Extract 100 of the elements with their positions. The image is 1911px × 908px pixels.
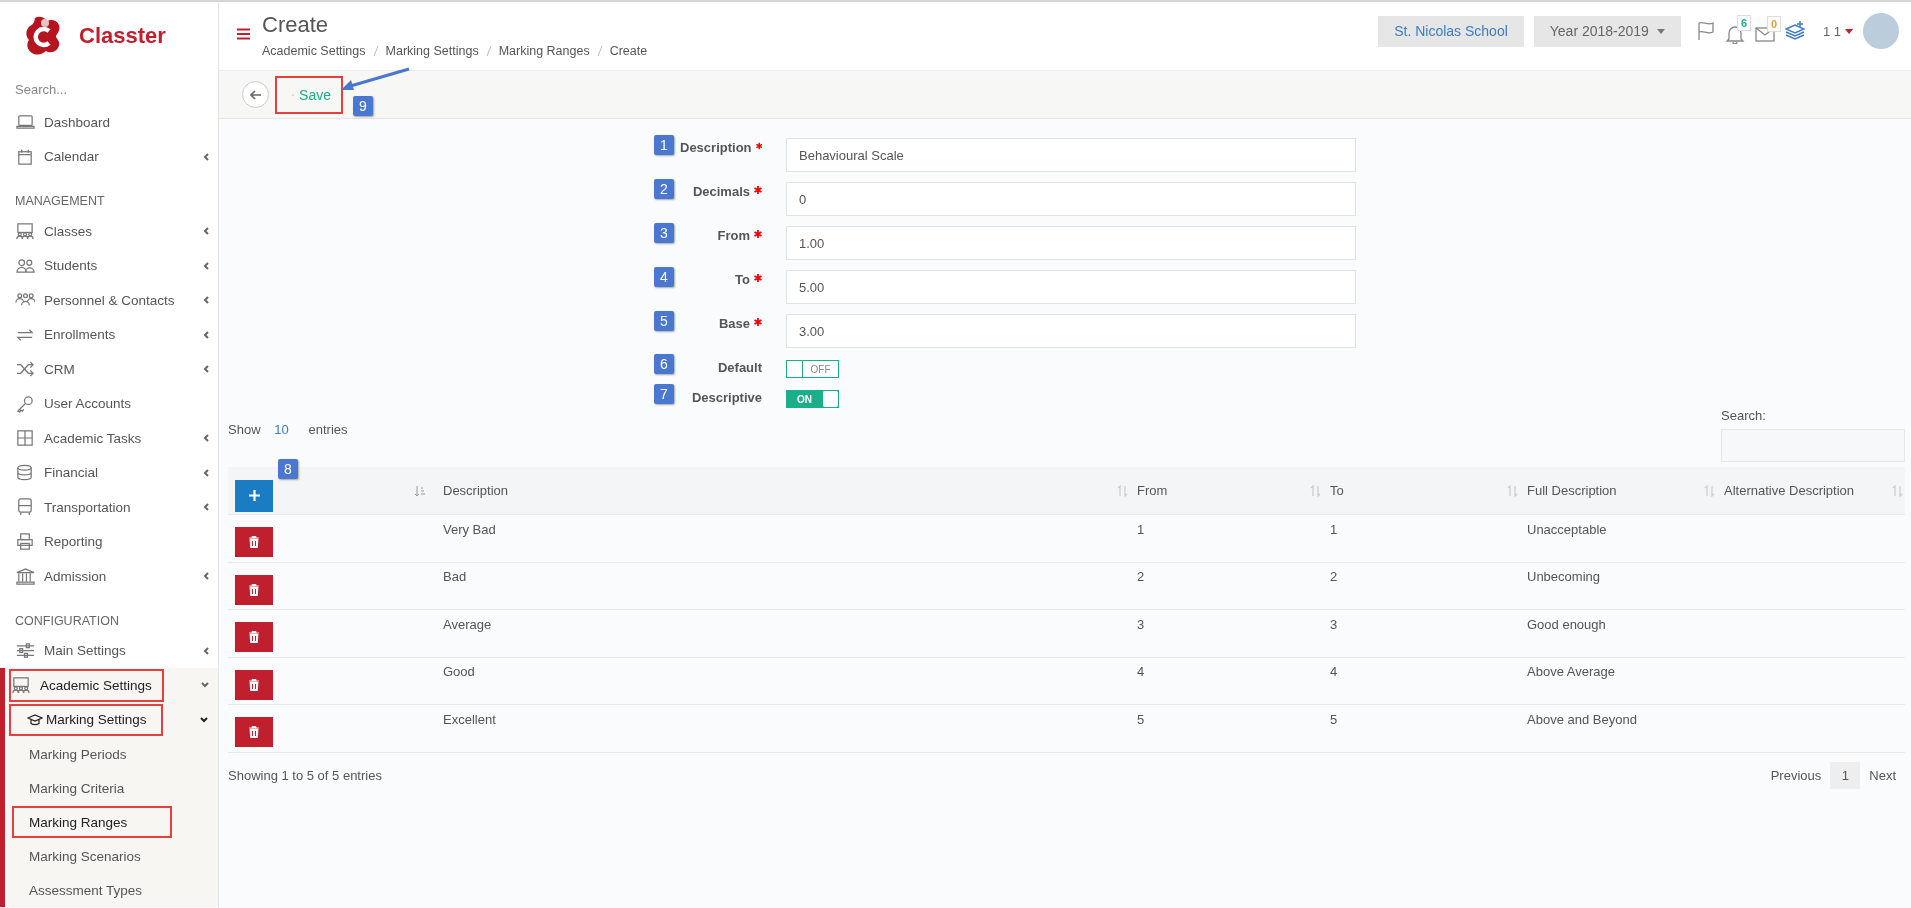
next-button[interactable]: Next bbox=[1860, 762, 1905, 789]
callout-number: 4 bbox=[654, 267, 674, 287]
caret-left-icon bbox=[203, 261, 209, 270]
caret-down-icon[interactable] bbox=[1845, 28, 1853, 34]
sidebar-item[interactable]: Marking Ranges bbox=[11, 805, 173, 839]
delete-button[interactable] bbox=[235, 574, 273, 605]
text-field[interactable]: 5.00 bbox=[786, 270, 1356, 304]
sidebar-item[interactable]: Financial bbox=[0, 455, 217, 490]
sidebar-item[interactable]: Assessment Types bbox=[5, 873, 218, 907]
key-icon bbox=[15, 393, 35, 414]
brand-name: Classter bbox=[79, 23, 166, 49]
breadcrumb-link[interactable]: Academic Settings bbox=[262, 44, 366, 58]
text-field[interactable]: 1.00 bbox=[786, 226, 1356, 260]
trash-icon bbox=[249, 536, 259, 549]
search-label: Search: bbox=[1721, 408, 1766, 423]
sidebar-item[interactable]: Dashboard bbox=[0, 105, 217, 140]
arrow-left-icon bbox=[249, 89, 262, 100]
toggle-switch[interactable]: OFF bbox=[786, 360, 839, 378]
table-cell: Above and Beyond bbox=[1527, 711, 1637, 727]
caret-left-icon bbox=[203, 330, 209, 339]
caret-left-icon bbox=[203, 503, 209, 512]
text-field[interactable]: 3.00 bbox=[786, 314, 1356, 348]
sidebar-item[interactable]: Marking Criteria bbox=[5, 771, 218, 805]
table-cell: 2 bbox=[1330, 569, 1338, 585]
field-label: Decimals bbox=[692, 184, 750, 199]
back-button[interactable] bbox=[242, 81, 269, 108]
delete-button[interactable] bbox=[235, 527, 273, 558]
sidebar-item[interactable]: Marking Periods bbox=[5, 737, 218, 771]
sidebar-item[interactable]: Marking Settings bbox=[5, 702, 218, 737]
sort-ascending-icon[interactable] bbox=[414, 484, 426, 497]
page-title: Create bbox=[262, 12, 330, 38]
breadcrumb-link[interactable]: Marking Ranges bbox=[498, 44, 590, 58]
breadcrumb-link[interactable]: Marking Settings bbox=[385, 44, 479, 58]
breadcrumb-link[interactable]: Create bbox=[609, 44, 648, 58]
sidebar-item[interactable]: Reporting bbox=[0, 524, 217, 559]
sidebar-item[interactable]: Main Settings bbox=[0, 633, 217, 668]
table-cell: Good enough bbox=[1527, 616, 1606, 632]
layers-plus-icon[interactable] bbox=[1784, 21, 1805, 41]
sidebar-item[interactable]: Admission bbox=[0, 559, 217, 594]
callout-number: 8 bbox=[278, 458, 298, 479]
school-button[interactable]: St. Nicolas School bbox=[1378, 15, 1524, 47]
delete-button[interactable] bbox=[235, 669, 273, 700]
column-header[interactable]: To bbox=[1330, 483, 1344, 498]
callout-number: 3 bbox=[654, 223, 674, 243]
sidebar-item[interactable]: Academic Settings bbox=[5, 668, 217, 703]
trash-icon bbox=[249, 726, 259, 739]
delete-button[interactable] bbox=[235, 622, 273, 653]
breadcrumb-separator-icon bbox=[596, 45, 603, 57]
sidebar-item[interactable]: Calendar bbox=[0, 139, 217, 174]
table-cell: 3 bbox=[1137, 616, 1145, 632]
sidebar-item[interactable]: Academic Tasks bbox=[0, 421, 217, 456]
sidebar-item[interactable]: Transportation bbox=[0, 490, 217, 525]
field-label: From bbox=[717, 228, 750, 243]
add-button[interactable] bbox=[235, 479, 273, 512]
table-cell: Good bbox=[443, 664, 475, 680]
caret-left-icon bbox=[203, 468, 209, 477]
page-length-dropdown[interactable]: 10 bbox=[260, 422, 303, 437]
sidebar-item[interactable]: User Accounts bbox=[0, 386, 217, 421]
table-cell: Above Average bbox=[1527, 664, 1615, 680]
field-label: Descriptive bbox=[691, 390, 762, 405]
entries-label: entries bbox=[308, 422, 348, 437]
field-label: Description bbox=[680, 140, 752, 155]
column-header[interactable]: Description bbox=[443, 483, 509, 498]
page-button[interactable]: 1 bbox=[1830, 762, 1861, 789]
callout-number: 7 bbox=[654, 384, 674, 404]
grid-icon bbox=[15, 428, 35, 449]
previous-button[interactable]: Previous bbox=[1761, 762, 1831, 789]
trash-icon bbox=[249, 583, 259, 596]
caret-left-icon bbox=[203, 296, 209, 305]
table-cell: 3 bbox=[1330, 616, 1338, 632]
callout-number: 1 bbox=[654, 135, 674, 155]
caret-left-icon bbox=[203, 646, 209, 655]
table-cell: Average bbox=[443, 616, 492, 632]
table-cell: Bad bbox=[443, 569, 467, 585]
sidebar-item[interactable]: Students bbox=[0, 248, 217, 283]
section-heading: CONFIGURATION bbox=[14, 612, 120, 630]
delete-button[interactable] bbox=[235, 717, 273, 748]
sidebar-item[interactable]: Personnel & Contacts bbox=[0, 283, 217, 318]
flag-icon[interactable] bbox=[1696, 21, 1715, 41]
menu-icon[interactable] bbox=[237, 28, 250, 40]
user-name[interactable]: 1 1 bbox=[1822, 23, 1841, 39]
text-field[interactable]: 0 bbox=[786, 182, 1356, 216]
column-header[interactable]: From bbox=[1137, 483, 1168, 498]
classroom-icon bbox=[15, 221, 35, 242]
column-header[interactable]: Full Description bbox=[1527, 483, 1617, 498]
year-dropdown[interactable]: Year 2018-2019 bbox=[1533, 15, 1681, 47]
field-label: Default bbox=[717, 360, 762, 375]
sidebar-item[interactable]: Enrollments bbox=[0, 317, 217, 352]
table-cell: 4 bbox=[1330, 664, 1338, 680]
envelope-icon[interactable] bbox=[1754, 27, 1775, 43]
text-field[interactable]: Behavioural Scale bbox=[786, 138, 1356, 172]
sidebar-item[interactable]: Classes bbox=[0, 214, 217, 249]
message-count: 0 bbox=[1766, 16, 1782, 32]
sidebar-item[interactable]: CRM bbox=[0, 352, 217, 387]
callout-number: 9 bbox=[353, 95, 373, 116]
table-cell: Very Bad bbox=[443, 521, 496, 537]
table-cell: 5 bbox=[1330, 711, 1338, 727]
sidebar-item[interactable]: Marking Scenarios bbox=[5, 839, 218, 873]
search-field[interactable]: Search... bbox=[15, 82, 195, 97]
caret-left-icon bbox=[203, 365, 209, 374]
